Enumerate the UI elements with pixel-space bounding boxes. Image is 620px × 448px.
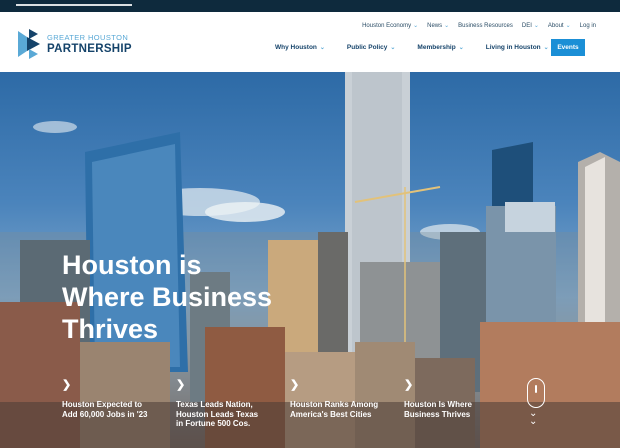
news-card-title: Houston Expected to Add 60,000 Jobs in '… — [62, 400, 148, 419]
main-nav-living-in-houston[interactable]: Living in Houston ⌄ — [486, 44, 549, 51]
utility-nav-news[interactable]: News ⌄ — [427, 22, 450, 30]
news-card[interactable]: ❯ Texas Leads Nation, Houston Leads Texa… — [176, 378, 286, 448]
news-card[interactable]: ❯ Houston Ranks Among America's Best Cit… — [290, 378, 400, 448]
hero-title-line: Thrives — [62, 314, 159, 344]
chevron-right-icon: ❯ — [62, 379, 72, 391]
main-nav-why-houston[interactable]: Why Houston ⌄ — [275, 44, 325, 51]
news-card-title: Texas Leads Nation, Houston Leads Texas … — [176, 400, 259, 428]
news-card-title: Houston Ranks Among America's Best Citie… — [290, 400, 379, 419]
chevron-down-icon: ⌄ — [319, 45, 325, 51]
news-card-title: Houston Is Where Business Thrives — [404, 400, 473, 419]
site-header: GREATER HOUSTON PARTNERSHIP Houston Econ… — [0, 12, 620, 72]
utility-nav-about[interactable]: About ⌄ — [548, 22, 571, 30]
utility-nav-dei[interactable]: DEI ⌄ — [522, 22, 539, 30]
chevron-right-icon: ❯ — [290, 379, 300, 391]
chevron-right-icon: ❯ — [404, 379, 414, 391]
hero-title-line: Houston is — [62, 250, 202, 280]
mouse-wheel-icon — [535, 385, 537, 393]
utility-nav: Houston Economy ⌄ News ⌄ Business Resource… — [362, 22, 596, 30]
chevron-right-icon: ❯ — [176, 379, 186, 391]
main-nav-membership[interactable]: Membership ⌄ — [417, 44, 463, 51]
news-card[interactable]: ❯ Houston Is Where Business Thrives — [404, 378, 514, 448]
logo-line-2: PARTNERSHIP — [47, 43, 132, 55]
utility-nav-houston-economy[interactable]: Houston Economy ⌄ — [362, 22, 419, 30]
chevron-down-icon: ⌄ ⌄ — [529, 408, 538, 427]
logo[interactable]: GREATER HOUSTON PARTNERSHIP — [18, 29, 148, 61]
chevron-down-icon: ⌄ — [565, 23, 571, 29]
main-nav: Why Houston ⌄ Public Policy ⌄ Membership ⌄ … — [275, 44, 571, 51]
chevron-down-icon: ⌄ — [413, 23, 419, 29]
chevron-down-icon: ⌄ — [543, 45, 549, 51]
events-button[interactable]: Events — [551, 39, 585, 56]
chevron-down-icon: ⌄ — [458, 45, 464, 51]
logo-line-1: GREATER HOUSTON — [47, 33, 129, 42]
chevron-down-icon: ⌄ — [533, 23, 539, 29]
news-card[interactable]: ❯ Houston Expected to Add 60,000 Jobs in… — [62, 378, 172, 448]
chevron-down-icon: ⌄ — [390, 45, 396, 51]
utility-nav-business-resources[interactable]: Business Resources — [458, 22, 513, 29]
hero-title: Houston is Where Business Thrives — [62, 249, 322, 345]
hero-title-line: Where Business — [62, 282, 273, 312]
main-nav-public-policy[interactable]: Public Policy ⌄ — [347, 44, 396, 51]
utility-nav-login[interactable]: Log in — [580, 22, 596, 29]
scroll-down-button[interactable] — [527, 378, 545, 408]
chevron-down-icon: ⌄ — [444, 23, 450, 29]
tab-indicator — [16, 4, 132, 6]
partnership-logo-icon — [18, 29, 40, 59]
top-bar — [0, 0, 620, 12]
